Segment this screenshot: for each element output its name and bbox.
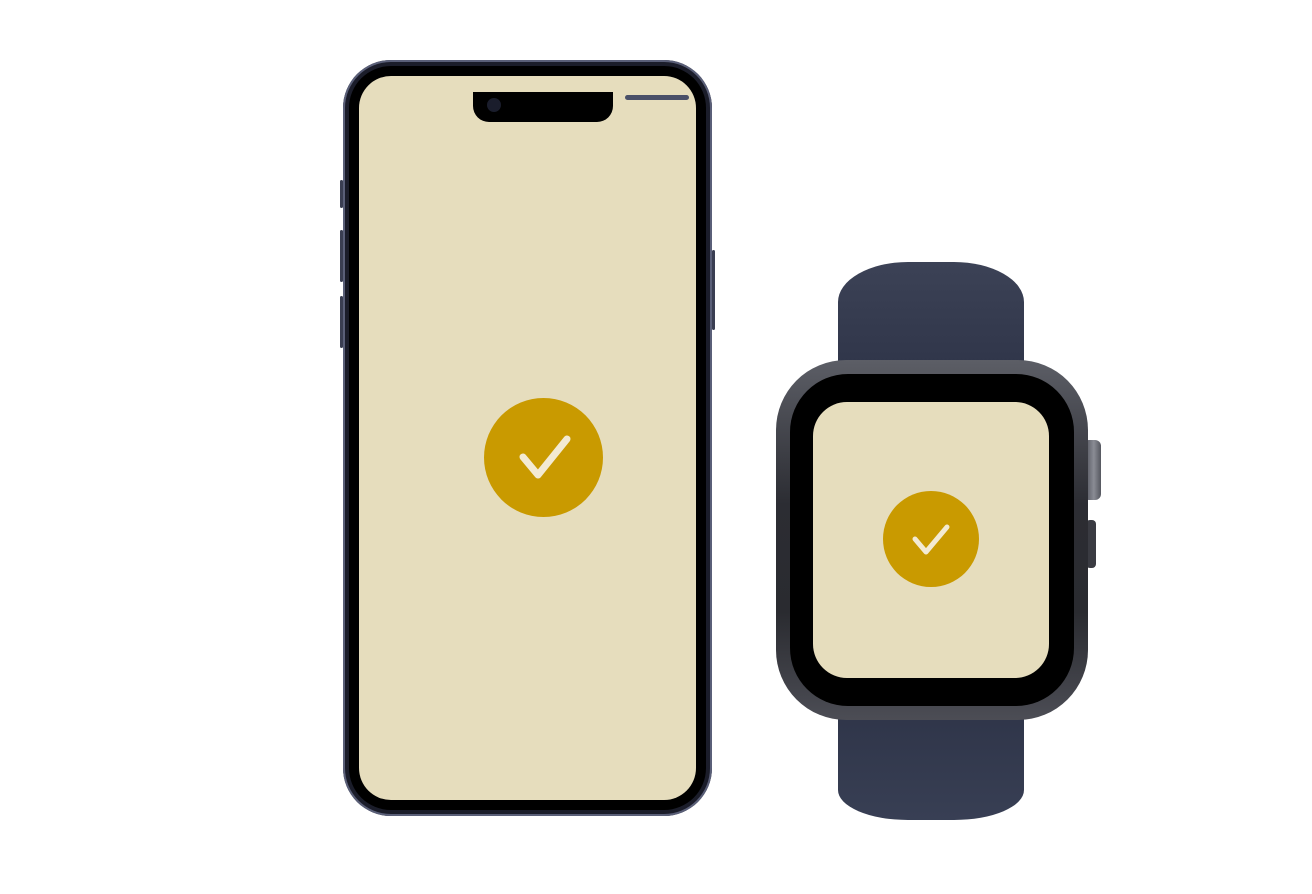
phone-device [340,60,715,816]
phone-success-checkmark-icon [484,398,603,517]
watch-device [776,360,1088,720]
checkmark-icon [519,435,571,479]
checkmark-icon [912,524,950,555]
watch-success-checkmark-icon [883,491,979,587]
phone-silent-switch [340,180,343,208]
phone-screen [359,76,696,800]
phone-power-button [712,250,715,330]
phone-volume-down-button [340,296,343,348]
earpiece-speaker [625,95,689,100]
device-mockup-stage [0,0,1312,894]
watch-screen [813,402,1049,678]
phone-notch [473,92,689,122]
front-camera [487,98,501,112]
phone-volume-up-button [340,230,343,282]
